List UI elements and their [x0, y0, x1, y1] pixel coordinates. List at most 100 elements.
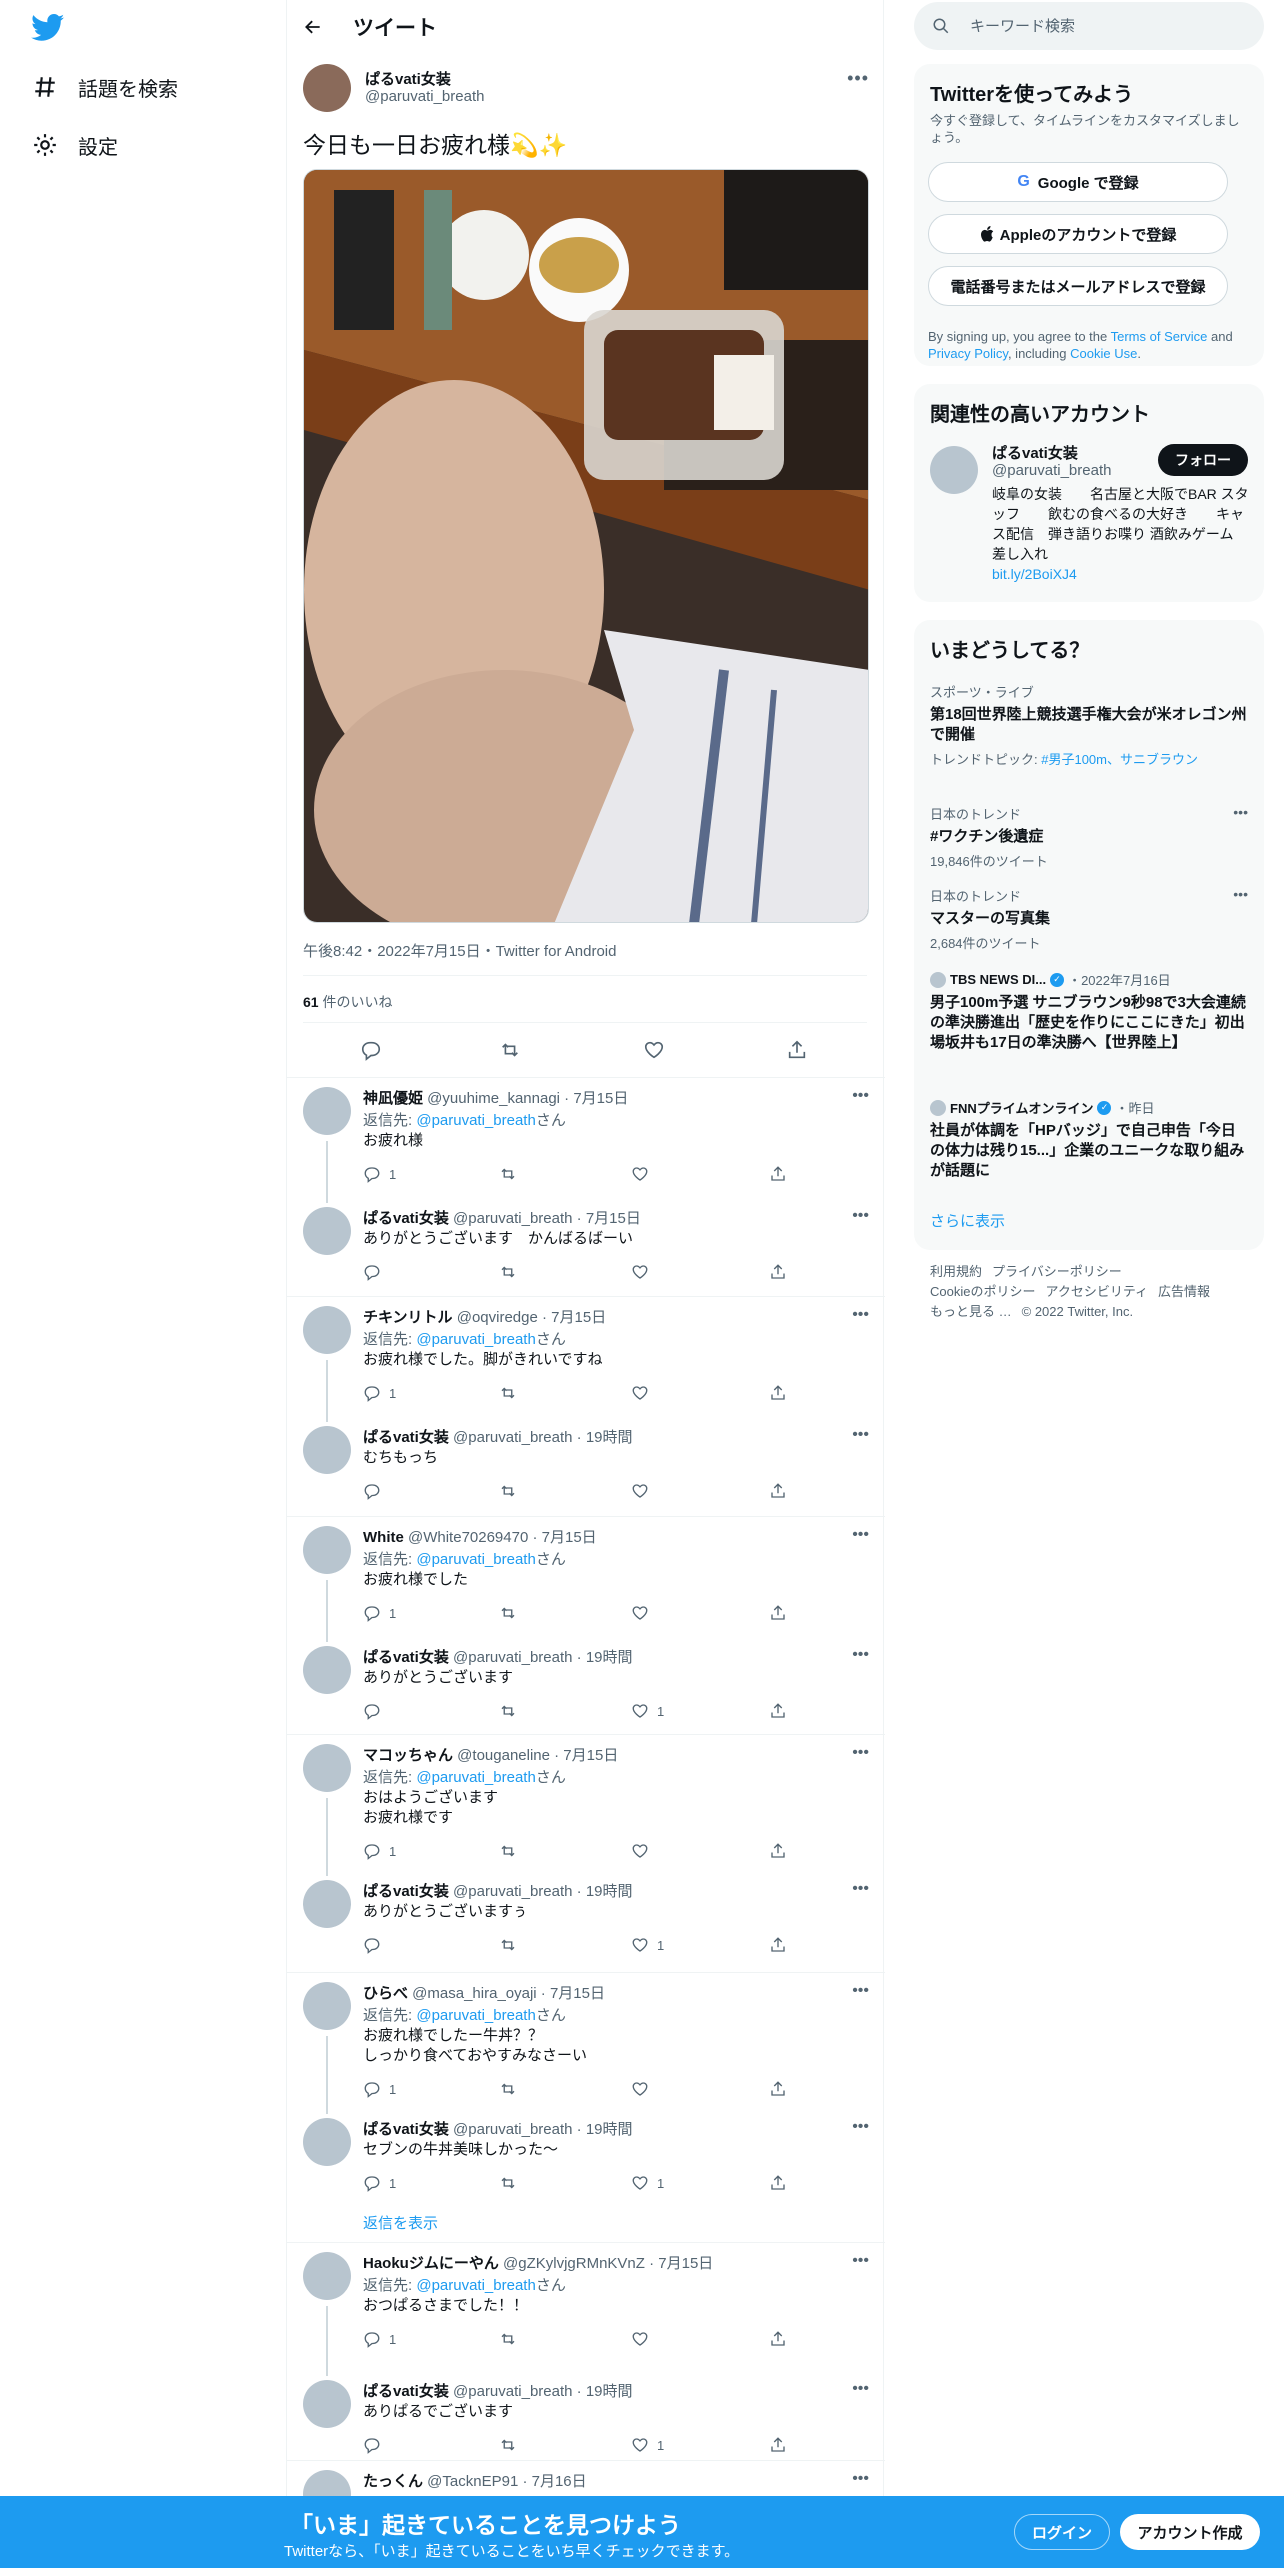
share-icon[interactable] [769, 1604, 787, 1622]
share-icon[interactable] [769, 1263, 787, 1281]
show-replies-link[interactable]: 返信を表示 [363, 2212, 438, 2233]
footer-link[interactable]: プライバシーポリシー [992, 1264, 1122, 1279]
more-icon[interactable]: ••• [852, 1306, 869, 1324]
more-icon[interactable]: ••• [1233, 886, 1248, 902]
like-icon[interactable] [631, 2080, 649, 2098]
like-icon[interactable] [631, 1842, 649, 1860]
share-icon[interactable] [769, 1702, 787, 1720]
like-icon[interactable] [631, 1482, 649, 1500]
related-handle[interactable]: @paruvati_breath [992, 462, 1111, 479]
reply-author-name[interactable]: ぱるvati女装 [363, 1883, 449, 1900]
like-icon[interactable] [631, 1604, 649, 1622]
reply-tweet[interactable]: ぱるvati女装 @paruvati_breath · 19時間 ••• ありがとう… [287, 1880, 885, 1980]
avatar[interactable] [303, 1880, 351, 1928]
share-icon[interactable] [769, 2080, 787, 2098]
news-item[interactable]: FNNプライムオンライン ✓ ・昨日 社員が体調を「HPバッジ」で自己申告「今日の体… [930, 1098, 1248, 1181]
retweet-icon[interactable] [499, 2174, 517, 2192]
retweet-icon[interactable] [499, 1842, 517, 1860]
cookie-link[interactable]: Cookie Use [1070, 346, 1137, 361]
share-icon[interactable] [769, 1936, 787, 1954]
reply-tweet[interactable]: White @White70269470 · 7月15日 ••• 返信先: @par… [287, 1526, 885, 1642]
like-icon[interactable] [631, 2174, 649, 2192]
reply-tweet[interactable]: 神凪優姫 @yuuhime_kannagi · 7月15日 ••• 返信先: @pa… [287, 1087, 885, 1203]
more-icon[interactable]: ••• [1233, 804, 1248, 820]
retweet-icon[interactable] [499, 2436, 517, 2454]
reply-author-name[interactable]: 神凪優姫 [363, 1090, 423, 1107]
reply-icon[interactable] [363, 2174, 381, 2192]
mention-link[interactable]: @paruvati_breath [416, 2277, 535, 2294]
retweet-icon[interactable] [499, 1263, 517, 1281]
more-icon[interactable]: ••• [852, 1646, 869, 1664]
likes-count[interactable]: 61 件のいいね [303, 992, 392, 1012]
more-icon[interactable]: ••• [852, 1426, 869, 1444]
reply-icon[interactable] [363, 1384, 381, 1402]
avatar[interactable] [930, 446, 978, 494]
mention-link[interactable]: @paruvati_breath [416, 1112, 535, 1129]
retweet-icon[interactable] [499, 1604, 517, 1622]
avatar[interactable] [303, 2252, 351, 2300]
privacy-link[interactable]: Privacy Policy [928, 346, 1008, 361]
more-icon[interactable]: ••• [852, 2118, 869, 2136]
share-icon[interactable] [769, 1384, 787, 1402]
retweet-icon[interactable] [499, 1702, 517, 1720]
like-icon[interactable] [631, 1263, 649, 1281]
more-icon[interactable]: ••• [852, 1087, 869, 1105]
apple-signup-button[interactable]: Appleのアカウントで登録 [928, 214, 1228, 254]
reply-icon[interactable] [363, 2330, 381, 2348]
reply-author-name[interactable]: ぱるvati女装 [363, 2383, 449, 2400]
retweet-icon[interactable] [499, 1936, 517, 1954]
show-more-link[interactable]: さらに表示 [930, 1210, 1005, 1231]
bio-link[interactable]: bit.ly/2BoiXJ4 [992, 566, 1077, 582]
google-signup-button[interactable]: G Google で登録 [928, 162, 1228, 202]
share-icon[interactable] [769, 1842, 787, 1860]
reply-icon[interactable] [363, 1482, 381, 1500]
reply-icon[interactable] [363, 2080, 381, 2098]
avatar[interactable] [303, 1426, 351, 1474]
retweet-icon[interactable] [499, 2080, 517, 2098]
create-account-button[interactable]: アカウント作成 [1120, 2514, 1260, 2550]
reply-author-name[interactable]: ぱるvati女装 [363, 1649, 449, 1666]
reply-icon[interactable] [363, 1604, 381, 1622]
avatar[interactable] [303, 1744, 351, 1792]
share-icon[interactable] [769, 2436, 787, 2454]
retweet-icon[interactable] [499, 1039, 521, 1061]
reply-icon[interactable] [363, 2436, 381, 2454]
avatar[interactable] [303, 2118, 351, 2166]
news-item[interactable]: TBS NEWS DI... ✓ ・2022年7月16日 男子100m予選 サニブラ… [930, 970, 1248, 1053]
more-icon[interactable]: ••• [852, 1982, 869, 2000]
retweet-icon[interactable] [499, 1165, 517, 1183]
avatar[interactable] [303, 1207, 351, 1255]
trend-item[interactable]: 日本のトレンド #ワクチン後遺症 19,846件のツイート ••• [930, 804, 1248, 870]
like-icon[interactable] [631, 2436, 649, 2454]
tweet-photo[interactable] [303, 169, 869, 923]
reply-author-name[interactable]: たっくん [363, 2473, 423, 2490]
trend-item[interactable]: スポーツ・ライブ 第18回世界陸上競技選手権大会が米オレゴン州で開催 トレンドト… [930, 682, 1248, 768]
reply-tweet[interactable]: ひらべ @masa_hira_oyaji · 7月15日 ••• 返信先: @par… [287, 1982, 885, 2114]
retweet-icon[interactable] [499, 1384, 517, 1402]
reply-author-name[interactable]: チキンリトル [363, 1309, 453, 1326]
reply-tweet[interactable]: Haokuジムにーやん @gZKylvjgRMnKVnZ · 7月15日 ••• 返… [287, 2252, 885, 2376]
like-icon[interactable] [631, 1384, 649, 1402]
reply-author-name[interactable]: ぱるvati女装 [363, 1429, 449, 1446]
more-icon[interactable]: ••• [852, 2470, 869, 2488]
footer-link[interactable]: アクセシビリティ [1045, 1284, 1148, 1299]
more-icon[interactable]: ••• [847, 68, 869, 89]
reply-icon[interactable] [363, 1842, 381, 1860]
twitter-logo-icon[interactable] [31, 14, 65, 42]
footer-link[interactable]: 広告情報 [1158, 1284, 1210, 1299]
share-icon[interactable] [769, 1482, 787, 1500]
reply-author-name[interactable]: ひらべ [363, 1985, 408, 2002]
more-icon[interactable]: ••• [852, 1880, 869, 1898]
reply-tweet[interactable]: マコッちゃん @touganeline · 7月15日 ••• 返信先: @paru… [287, 1744, 885, 1876]
reply-icon[interactable] [363, 1263, 381, 1281]
reply-author-name[interactable]: ぱるvati女装 [363, 2121, 449, 2138]
trend-item[interactable]: 日本のトレンド マスターの写真集 2,684件のツイート ••• [930, 886, 1248, 952]
terms-link[interactable]: Terms of Service [1111, 329, 1208, 344]
share-icon[interactable] [786, 1039, 808, 1061]
more-icon[interactable]: ••• [852, 1207, 869, 1225]
reply-icon[interactable] [360, 1039, 382, 1061]
back-arrow-icon[interactable] [303, 17, 323, 37]
reply-tweet[interactable]: ぱるvati女装 @paruvati_breath · 19時間 ••• ありぱるで… [287, 2380, 885, 2480]
reply-author-name[interactable]: ぱるvati女装 [363, 1210, 449, 1227]
mention-link[interactable]: @paruvati_breath [416, 1551, 535, 1568]
